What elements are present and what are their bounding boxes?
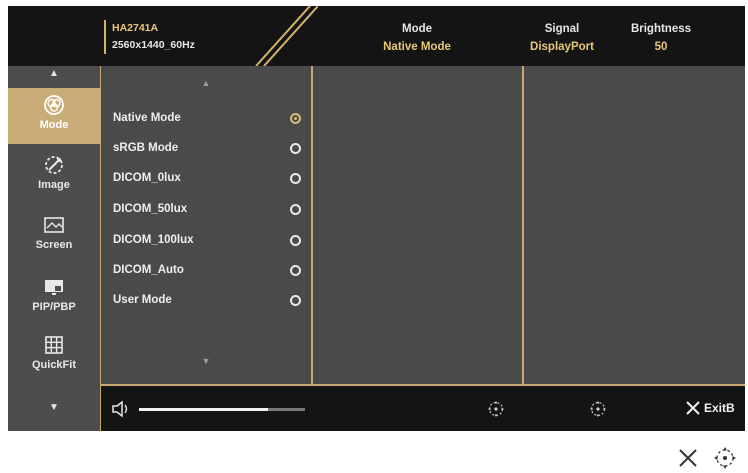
option-label: DICOM_Auto [113, 264, 184, 276]
radio-icon[interactable] [290, 264, 301, 276]
option-user-mode[interactable]: User Mode [113, 290, 305, 310]
volume-slider-fill [139, 408, 269, 411]
option-label: User Mode [113, 294, 172, 306]
quickfit-icon [45, 336, 63, 354]
option-dicom-auto[interactable]: DICOM_Auto [113, 260, 305, 280]
header-signal-label: Signal [544, 23, 580, 35]
option-label: DICOM_50lux [113, 203, 188, 215]
header-mode-value: Native Mode [383, 41, 451, 53]
pip-pbp-icon [45, 280, 63, 295]
header-decorative-slash [255, 6, 318, 66]
option-label: DICOM_100lux [113, 234, 194, 246]
header-brightness-label: Brightness [630, 23, 692, 35]
header-mode: Mode Native Mode [352, 20, 482, 56]
screen-icon [44, 217, 64, 233]
volume-slider[interactable] [139, 408, 305, 411]
submenu-panel-empty-2 [525, 66, 745, 384]
option-dicom-50lux[interactable]: DICOM_50lux [113, 199, 305, 219]
sidebar-item-quickfit-label: QuickFit [31, 359, 76, 371]
joystick-icon[interactable] [713, 446, 737, 470]
header-brightness-value: 50 [654, 41, 668, 53]
sidebar-item-quickfit[interactable]: QuickFit [8, 328, 100, 384]
osd-menu: HA2741A 2560x1440_60Hz Mode Native Mode … [8, 6, 745, 431]
close-icon[interactable] [678, 448, 698, 468]
submenu-panel-empty [313, 66, 522, 384]
mode-icon [44, 95, 64, 115]
sidebar-item-screen-label: Screen [35, 239, 73, 251]
radio-icon[interactable] [290, 203, 301, 215]
mode-options-panel: ▲ Native Mode sRGB Mode DICOM_0lux DICOM… [101, 66, 311, 384]
osd-footer: ExitB [101, 386, 745, 431]
list-scroll-down-icon[interactable]: ▼ [101, 356, 311, 366]
model-name: HA2741A [112, 22, 159, 34]
option-srgb-mode[interactable]: sRGB Mode [113, 138, 305, 158]
sidebar-scroll-up-icon[interactable]: ▲ [8, 68, 100, 79]
list-scroll-up-icon[interactable]: ▲ [101, 78, 311, 88]
radio-icon[interactable] [290, 142, 301, 154]
header-brightness: Brightness 50 [616, 20, 706, 56]
close-icon [686, 401, 700, 415]
sidebar-item-screen[interactable]: Screen [8, 208, 100, 264]
header-signal: Signal DisplayPort [502, 20, 622, 56]
sidebar-scroll-down-icon[interactable]: ▼ [8, 402, 100, 413]
radio-icon[interactable] [290, 294, 301, 306]
sidebar-item-image-label: Image [38, 179, 70, 191]
image-icon [45, 156, 63, 174]
sidebar: ▲ Mode Image Screen PIP/PBP QuickFit ▼ [8, 66, 100, 431]
header-signal-value: DisplayPort [530, 41, 594, 53]
option-label: Native Mode [113, 112, 181, 124]
model-info: HA2741A 2560x1440_60Hz [104, 20, 195, 54]
option-label: sRGB Mode [113, 142, 179, 154]
sidebar-item-mode[interactable]: Mode [8, 88, 100, 144]
radio-icon[interactable] [290, 172, 301, 184]
sidebar-item-mode-label: Mode [39, 119, 69, 131]
select-joystick-icon [590, 401, 606, 417]
option-label: DICOM_0lux [113, 172, 181, 184]
option-dicom-0lux[interactable]: DICOM_0lux [113, 168, 305, 188]
volume-icon [112, 400, 128, 418]
divider-panel-2 [522, 66, 524, 384]
osd-header: HA2741A 2560x1440_60Hz Mode Native Mode … [8, 6, 745, 66]
radio-icon[interactable] [290, 234, 301, 246]
option-dicom-100lux[interactable]: DICOM_100lux [113, 230, 305, 250]
sidebar-item-pip-pbp-label: PIP/PBP [32, 301, 76, 313]
sidebar-item-pip-pbp[interactable]: PIP/PBP [8, 270, 100, 326]
resolution-text: 2560x1440_60Hz [112, 39, 195, 51]
sidebar-item-image[interactable]: Image [8, 148, 100, 204]
exit-button[interactable]: ExitB [685, 398, 735, 418]
navigate-joystick-icon [488, 401, 504, 417]
header-mode-label: Mode [401, 23, 433, 35]
exit-label: ExitB [704, 401, 735, 415]
option-native-mode[interactable]: Native Mode [113, 108, 305, 128]
radio-selected-icon[interactable] [290, 112, 301, 124]
